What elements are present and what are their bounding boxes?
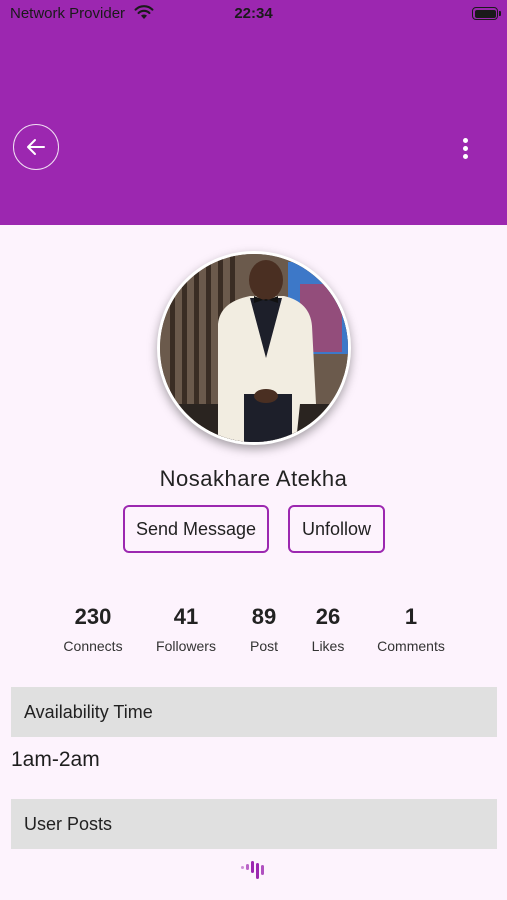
- stat-value: 41: [173, 604, 199, 629]
- app-bar: Network Provider 22:34: [0, 0, 507, 225]
- stat-value: 1: [404, 604, 418, 629]
- battery-full-icon: [472, 7, 501, 20]
- availability-value: 1am-2am: [11, 748, 100, 771]
- stat-label: Comments: [377, 638, 445, 654]
- user-posts-header: User Posts: [11, 799, 497, 849]
- stat-comments[interactable]: 1 Comments: [372, 604, 450, 654]
- arrow-left-icon: [27, 139, 45, 155]
- profile-photo: [160, 254, 348, 442]
- unfollow-button[interactable]: Unfollow: [288, 505, 385, 553]
- status-bar: Network Provider 22:34: [0, 0, 507, 28]
- stat-connects[interactable]: 230 Connects: [58, 604, 128, 654]
- stat-label: Post: [249, 638, 278, 654]
- availability-header: Availability Time: [11, 687, 497, 737]
- back-button[interactable]: [13, 124, 59, 170]
- stat-label: Connects: [63, 638, 123, 654]
- stat-label: Likes: [311, 638, 345, 654]
- loading-icon: [240, 858, 268, 885]
- stat-followers[interactable]: 41 Followers: [151, 604, 221, 654]
- status-time: 22:34: [234, 5, 273, 22]
- stat-posts[interactable]: 89 Post: [244, 604, 284, 654]
- stat-likes[interactable]: 26 Likes: [306, 604, 350, 654]
- avatar: [157, 251, 351, 445]
- more-vertical-icon: [462, 137, 468, 143]
- send-message-button[interactable]: Send Message: [123, 505, 269, 553]
- profile-name: Nosakhare Atekha: [159, 466, 348, 491]
- stat-label: Followers: [156, 638, 216, 654]
- more-options-button[interactable]: [450, 130, 480, 166]
- stat-value: 26: [315, 604, 341, 629]
- stat-value: 89: [251, 604, 277, 629]
- stat-value: 230: [74, 604, 112, 629]
